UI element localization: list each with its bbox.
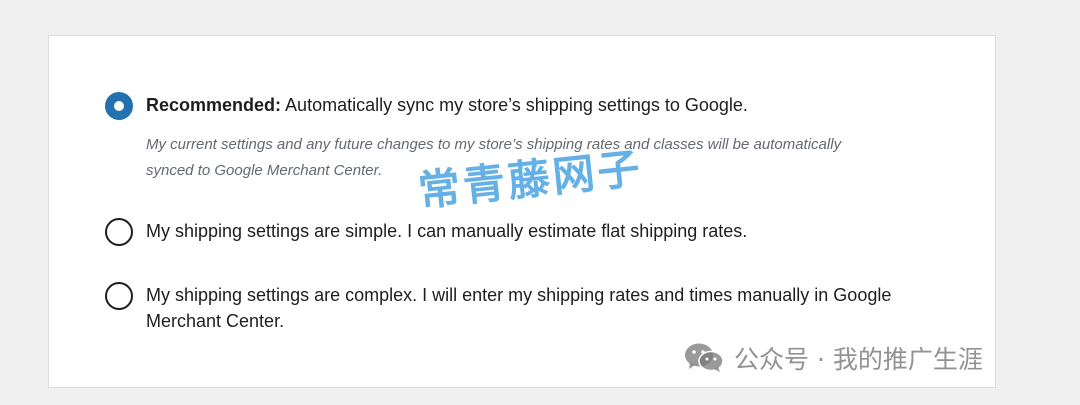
- radio-button-manual-entry[interactable]: [105, 282, 133, 310]
- auto-sync-help-text: My current settings and any future chang…: [146, 136, 842, 179]
- shipping-option-auto-sync[interactable]: Recommended: Automatically sync my store…: [105, 92, 866, 184]
- option-body: Recommended: Automatically sync my store…: [146, 92, 866, 184]
- shipping-option-manual-entry[interactable]: My shipping settings are complex. I will…: [105, 282, 936, 334]
- shipping-settings-card: Recommended: Automatically sync my store…: [48, 35, 996, 388]
- manual-entry-label: My shipping settings are complex. I will…: [146, 285, 892, 331]
- radio-button-flat-rates[interactable]: [105, 218, 133, 246]
- flat-rates-label: My shipping settings are simple. I can m…: [146, 221, 748, 241]
- shipping-option-flat-rates[interactable]: My shipping settings are simple. I can m…: [105, 218, 747, 246]
- auto-sync-label: Automatically sync my store’s shipping s…: [285, 95, 748, 115]
- option-label-auto-sync: Recommended: Automatically sync my store…: [146, 92, 866, 118]
- radio-button-auto-sync[interactable]: [105, 92, 133, 120]
- recommended-label: Recommended:: [146, 95, 282, 115]
